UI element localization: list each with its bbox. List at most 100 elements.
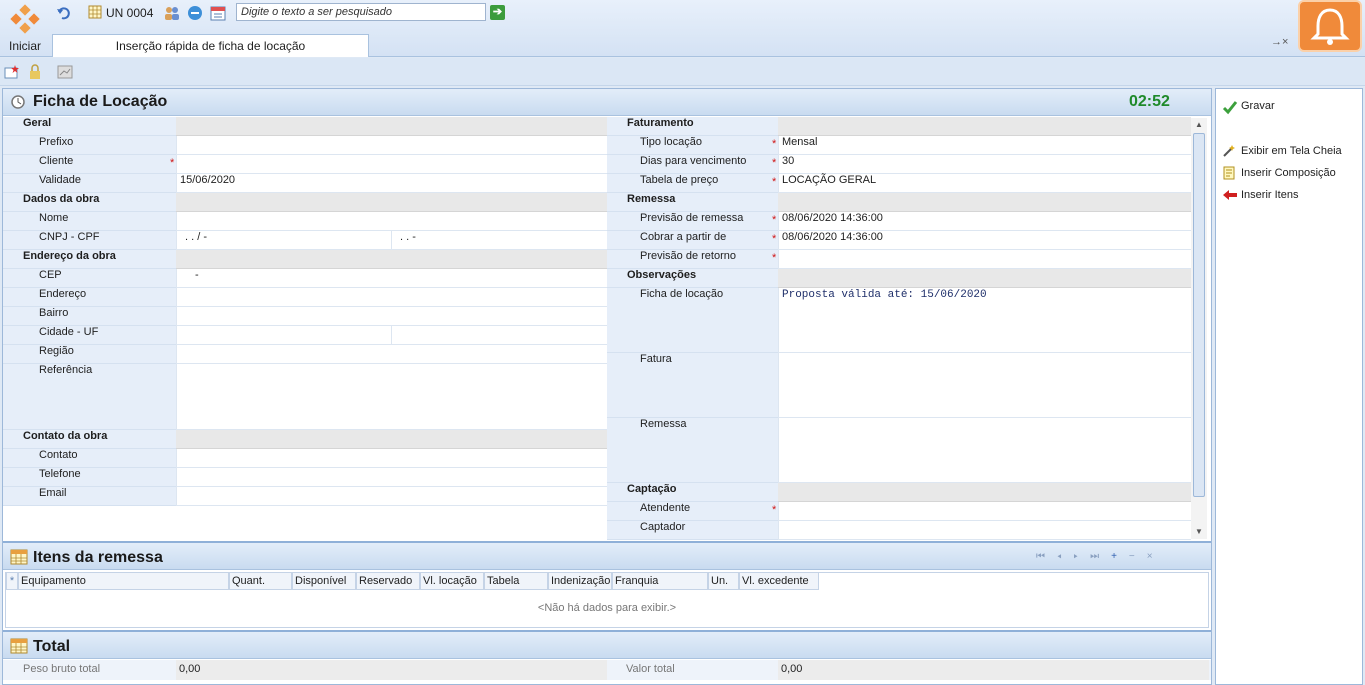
col-vl-locacao[interactable]: Vl. locação: [420, 572, 484, 590]
atendente-field[interactable]: [778, 502, 1191, 521]
page-title: Ficha de Locação: [33, 93, 168, 110]
scroll-down-icon[interactable]: ▼: [1195, 527, 1203, 536]
tela-cheia-button[interactable]: Exibir em Tela Cheia: [1222, 144, 1342, 158]
prefixo-field[interactable]: [176, 136, 607, 155]
prev-record-icon[interactable]: ◂: [1057, 551, 1074, 562]
col-tabela[interactable]: Tabela: [484, 572, 548, 590]
label-telefone: Telefone: [3, 468, 176, 487]
col-franquia[interactable]: Franquia: [612, 572, 708, 590]
label-previsao-remessa: Previsão de remessa: [607, 212, 778, 231]
total-header: Total: [3, 630, 1211, 659]
grid-select-all-icon[interactable]: *: [6, 572, 18, 590]
label-valor-total: Valor total: [626, 663, 675, 675]
tipo-locacao-field[interactable]: Mensal: [778, 136, 1191, 155]
bairro-field[interactable]: [176, 307, 607, 326]
tab-close-icon[interactable]: →×: [1271, 36, 1288, 48]
col-quant[interactable]: Quant.: [229, 572, 292, 590]
cnpj-field[interactable]: . . / -: [176, 231, 391, 250]
grid-navigation[interactable]: ⏮◂▸⏭+−×: [1036, 551, 1165, 562]
label-captador: Captador: [607, 521, 778, 540]
col-indenizacao[interactable]: Indenização: [548, 572, 612, 590]
total-title: Total: [33, 638, 71, 655]
document-icon: [1222, 166, 1236, 180]
itens-header: Itens da remessa ⏮◂▸⏭+−×: [3, 541, 1211, 570]
label-email: Email: [3, 487, 176, 506]
calendar-icon[interactable]: [210, 5, 226, 21]
obs-fatura-field[interactable]: [778, 353, 1191, 418]
lock-icon[interactable]: [27, 64, 43, 80]
col-vl-excedente[interactable]: Vl. excedente: [739, 572, 819, 590]
unit-grid-icon[interactable]: [88, 5, 104, 21]
cobrar-partir-field[interactable]: 08/06/2020 14:36:00: [778, 231, 1191, 250]
required-marker: *: [772, 233, 777, 245]
col-reservado[interactable]: Reservado: [356, 572, 420, 590]
first-record-icon[interactable]: ⏮: [1036, 551, 1057, 562]
endereco-field[interactable]: [176, 288, 607, 307]
start-logo-icon[interactable]: [8, 4, 42, 38]
unit-label[interactable]: UN 0004: [106, 6, 153, 20]
label-cnpj-cpf: CNPJ - CPF: [3, 231, 176, 250]
report-icon[interactable]: [57, 64, 73, 80]
undo-icon[interactable]: [56, 5, 72, 21]
nome-field[interactable]: [176, 212, 607, 231]
inserir-itens-button[interactable]: Inserir Itens: [1222, 188, 1298, 202]
search-go-icon[interactable]: ➔: [490, 5, 505, 20]
col-equipamento[interactable]: Equipamento: [18, 572, 229, 590]
label-peso-bruto: Peso bruto total: [23, 663, 101, 675]
required-marker: *: [772, 252, 777, 264]
notification-bell-icon[interactable]: [1298, 0, 1362, 52]
label-contato: Contato: [3, 449, 176, 468]
table-icon: [10, 638, 28, 654]
close-grid-icon[interactable]: ×: [1147, 551, 1165, 562]
itens-title: Itens da remessa: [33, 549, 163, 566]
required-marker: *: [772, 214, 777, 226]
cidade-field[interactable]: [176, 326, 391, 345]
contato-field[interactable]: [176, 449, 607, 468]
scroll-up-icon[interactable]: ▲: [1195, 120, 1203, 129]
captador-field[interactable]: [778, 521, 1191, 540]
group-contato-obra: Contato da obra: [3, 430, 176, 449]
label-endereco: Endereço: [3, 288, 176, 307]
col-disponivel[interactable]: Disponível: [292, 572, 356, 590]
label-atendente: Atendente: [607, 502, 778, 521]
uf-field[interactable]: [391, 326, 607, 345]
required-marker: *: [772, 157, 777, 169]
regiao-field[interactable]: [176, 345, 607, 364]
inserir-composicao-button[interactable]: Inserir Composição: [1222, 166, 1336, 180]
start-label[interactable]: Iniciar: [9, 39, 41, 53]
form-scrollbar-thumb[interactable]: [1193, 133, 1205, 497]
users-icon[interactable]: [164, 5, 180, 21]
previsao-retorno-field[interactable]: [778, 250, 1191, 269]
gravar-label: Gravar: [1241, 100, 1275, 112]
obs-ficha-field[interactable]: Proposta válida até: 15/06/2020: [778, 288, 1191, 353]
search-input[interactable]: Digite o texto a ser pesquisado: [236, 3, 486, 21]
secondary-toolbar: [0, 58, 1365, 86]
col-un[interactable]: Un.: [708, 572, 739, 590]
new-record-icon[interactable]: [4, 64, 20, 80]
next-record-icon[interactable]: ▸: [1074, 551, 1091, 562]
obs-remessa-field[interactable]: [778, 418, 1191, 483]
refresh-icon[interactable]: [187, 5, 203, 21]
tab-insercao-rapida[interactable]: Inserção rápida de ficha de locação: [52, 34, 369, 57]
label-bairro: Bairro: [3, 307, 176, 326]
label-regiao: Região: [3, 345, 176, 364]
remove-record-icon[interactable]: −: [1129, 551, 1147, 562]
add-record-icon[interactable]: +: [1111, 551, 1129, 562]
validade-field[interactable]: 15/06/2020: [176, 174, 607, 193]
tabela-preco-field[interactable]: LOCAÇÃO GERAL: [778, 174, 1191, 193]
email-field[interactable]: [176, 487, 607, 506]
cpf-field[interactable]: . . -: [391, 231, 607, 250]
cliente-field[interactable]: [176, 155, 607, 174]
last-record-icon[interactable]: ⏭: [1090, 551, 1111, 562]
required-marker: *: [772, 138, 777, 150]
telefone-field[interactable]: [176, 468, 607, 487]
dias-vencimento-field[interactable]: 30: [778, 155, 1191, 174]
previsao-remessa-field[interactable]: 08/06/2020 14:36:00: [778, 212, 1191, 231]
cep-field[interactable]: -: [176, 269, 607, 288]
label-nome: Nome: [3, 212, 176, 231]
referencia-field[interactable]: [176, 364, 607, 430]
group-captacao: Captação: [607, 483, 778, 502]
group-contato-obra-fill: [176, 430, 607, 449]
label-validade: Validade: [3, 174, 176, 193]
gravar-button[interactable]: Gravar: [1222, 99, 1275, 115]
